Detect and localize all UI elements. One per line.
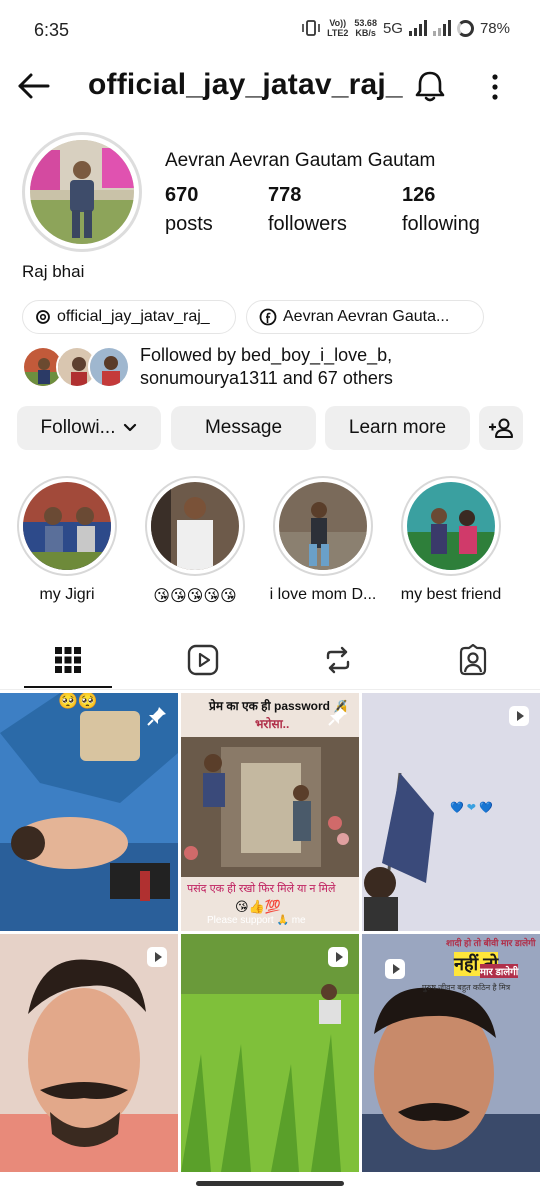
chevron-down-icon bbox=[124, 423, 137, 432]
notifications-button[interactable] bbox=[410, 66, 450, 106]
post-overlay-emoji: 🥺🥺 bbox=[58, 693, 98, 710]
more-vertical-icon bbox=[492, 74, 498, 100]
mutual-avatar bbox=[88, 346, 130, 388]
mutual-follower-avatars bbox=[22, 346, 130, 388]
pin-icon bbox=[147, 707, 166, 726]
post-thumbnail[interactable]: 💙 ❤ 💙 bbox=[362, 693, 540, 931]
battery-percent: 78% bbox=[479, 19, 510, 37]
tab-posts-grid[interactable] bbox=[0, 630, 135, 690]
followed-by-text: Followed by bed_boy_i_love_b, sonumourya… bbox=[140, 345, 393, 388]
highlight-label: my Jigri bbox=[39, 586, 95, 603]
followed-by-row[interactable]: Followed by bed_boy_i_love_b, sonumourya… bbox=[22, 344, 522, 390]
profile-full-name: Aevran Aevran Gautam Gautam bbox=[165, 150, 436, 171]
status-icons: Vo)) LTE2 53.68 KB/s 5G 78% bbox=[301, 18, 510, 38]
post-overlay-title: शादी हो तो बीवी मार डालेगी bbox=[446, 938, 536, 948]
following-count-value: 126 bbox=[402, 184, 436, 206]
avatar-photo bbox=[30, 140, 134, 244]
following-button-label: Followi... bbox=[40, 417, 116, 438]
signal-icon-2 bbox=[432, 20, 451, 36]
post-thumbnail[interactable]: 🥺🥺 bbox=[0, 693, 178, 931]
network-type: 5G bbox=[382, 19, 403, 37]
highlight-label: i love mom D... bbox=[269, 586, 377, 603]
learn-more-button-label: Learn more bbox=[348, 417, 447, 438]
highlight-label: my best friend bbox=[400, 586, 502, 603]
following-count-label: following bbox=[402, 213, 480, 235]
highlight-cover bbox=[23, 482, 111, 570]
posts-count-value: 670 bbox=[165, 184, 199, 206]
signal-icon bbox=[408, 20, 427, 36]
threads-icon bbox=[36, 310, 50, 324]
active-tab-indicator bbox=[24, 686, 112, 688]
reels-icon bbox=[187, 644, 218, 676]
profile-avatar[interactable] bbox=[22, 132, 142, 252]
highlight-cover bbox=[151, 482, 239, 570]
tab-tagged[interactable] bbox=[405, 630, 540, 690]
more-options-button[interactable] bbox=[480, 66, 510, 106]
repost-icon bbox=[326, 646, 349, 674]
tab-reels[interactable] bbox=[135, 630, 270, 690]
post-overlay-caption: मार डालेगी bbox=[480, 964, 519, 978]
arrow-left-icon bbox=[18, 73, 50, 99]
pin-icon bbox=[328, 707, 347, 726]
profile-bio: Raj bhai bbox=[22, 262, 85, 281]
network-speed: 53.68 KB/s bbox=[354, 18, 377, 38]
post-thumbnail[interactable]: प्रेम का एक ही password 🔏 भरोसा.. पसंद ए… bbox=[181, 693, 359, 931]
followers-count-label: followers bbox=[268, 213, 347, 235]
reel-icon bbox=[385, 959, 405, 979]
highlight-cover bbox=[407, 482, 495, 570]
grid-icon bbox=[54, 647, 81, 673]
story-highlight[interactable]: i love mom D... bbox=[268, 476, 378, 604]
home-indicator[interactable] bbox=[196, 1181, 344, 1186]
followers-count-value: 778 bbox=[268, 184, 302, 206]
tagged-icon bbox=[459, 644, 486, 676]
posts-count[interactable]: 670 posts bbox=[165, 184, 213, 236]
reel-icon bbox=[328, 947, 348, 967]
vibrate-icon bbox=[302, 20, 320, 36]
facebook-link-chip[interactable]: Aevran Aevran Gauta... bbox=[246, 300, 484, 334]
suggested-people-button[interactable] bbox=[479, 406, 523, 450]
threads-link-text: official_jay_jatav_raj_ bbox=[57, 308, 210, 325]
reel-icon bbox=[509, 706, 529, 726]
post-thumbnail[interactable]: शादी हो तो बीवी मार डालेगी नहीं तो मार ड… bbox=[362, 934, 540, 1172]
following-count[interactable]: 126 following bbox=[402, 184, 480, 236]
learn-more-button[interactable]: Learn more bbox=[325, 406, 470, 450]
highlight-label: 😘😘😘😘😘 bbox=[153, 588, 237, 605]
message-button-label: Message bbox=[204, 417, 283, 438]
post-overlay-footer: Please support 🙏 me bbox=[207, 915, 306, 926]
profile-header: official_jay_jatav_raj_ bbox=[0, 60, 540, 112]
battery-icon bbox=[456, 19, 474, 37]
reel-icon bbox=[147, 947, 167, 967]
post-overlay-emoji: 💙 ❤ 💙 bbox=[450, 802, 493, 814]
bell-icon bbox=[415, 71, 445, 102]
followers-count[interactable]: 778 followers bbox=[268, 184, 347, 236]
threads-link-chip[interactable]: official_jay_jatav_raj_ bbox=[22, 300, 236, 334]
following-dropdown-button[interactable]: Followi... bbox=[17, 406, 161, 450]
highlight-cover bbox=[279, 482, 367, 570]
facebook-link-text: Aevran Aevran Gauta... bbox=[283, 308, 450, 325]
message-button[interactable]: Message bbox=[171, 406, 316, 450]
add-person-icon bbox=[489, 418, 513, 438]
post-thumbnail[interactable] bbox=[181, 934, 359, 1172]
story-highlight[interactable]: 😘😘😘😘😘 bbox=[140, 476, 250, 606]
back-button[interactable] bbox=[14, 68, 54, 104]
post-overlay-emoji: 😘👍💯 bbox=[235, 899, 281, 914]
volte-indicator: Vo)) LTE2 bbox=[327, 18, 349, 38]
tab-reposts[interactable] bbox=[270, 630, 405, 690]
facebook-icon bbox=[259, 308, 277, 326]
post-overlay-footer: पुरुष जीवन बहुत कठिन है मित्र bbox=[422, 983, 511, 992]
status-bar: 6:35 Vo)) LTE2 53.68 KB/s 5G 78% bbox=[0, 0, 540, 60]
posts-count-label: posts bbox=[165, 213, 213, 235]
post-thumbnail[interactable] bbox=[0, 934, 178, 1172]
story-highlight[interactable]: my best friend bbox=[396, 476, 506, 604]
profile-tabs bbox=[0, 630, 540, 690]
status-time: 6:35 bbox=[34, 20, 70, 40]
post-overlay-caption: पसंद एक ही रखो फिर मिले या न मिले bbox=[187, 883, 336, 895]
post-overlay-subtitle: भरोसा.. bbox=[255, 717, 290, 731]
story-highlight[interactable]: my Jigri bbox=[12, 476, 122, 604]
page-title-username: official_jay_jatav_raj_ bbox=[88, 68, 403, 101]
